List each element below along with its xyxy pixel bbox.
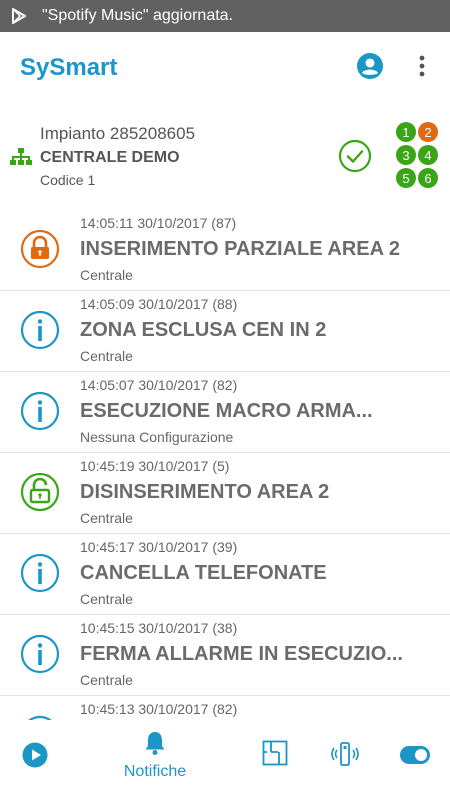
event-row[interactable]: 10:45:13 30/10/2017 (82) (0, 696, 450, 720)
event-list[interactable]: 14:05:11 30/10/2017 (87) INSERIMENTO PAR… (0, 210, 450, 720)
bottom-nav: Notifiche (0, 720, 450, 800)
info-icon (20, 391, 60, 431)
event-source: Centrale (80, 672, 133, 688)
area-badge: 5 (396, 168, 416, 188)
info-icon (20, 634, 60, 674)
event-row[interactable]: 14:05:09 30/10/2017 (88) ZONA ESCLUSA CE… (0, 291, 450, 372)
event-time: 10:45:15 30/10/2017 (38) (80, 620, 238, 636)
lock-open-icon (20, 472, 60, 512)
event-time: 14:05:07 30/10/2017 (82) (80, 377, 238, 393)
nav-item-play[interactable] (0, 720, 70, 800)
remote-signal-icon (331, 742, 359, 771)
nav-label-notifications: Notifiche (123, 763, 187, 780)
event-row[interactable]: 14:05:11 30/10/2017 (87) INSERIMENTO PAR… (0, 210, 450, 291)
nav-item-notifications[interactable]: Notifiche (105, 720, 205, 800)
event-title: CANCELLA TELEFONATE (80, 562, 327, 584)
app-title: SySmart (20, 54, 118, 81)
lock-closed-icon (20, 229, 60, 269)
network-icon (10, 148, 32, 166)
event-title: DISINSERIMENTO AREA 2 (80, 481, 330, 503)
event-title: INSERIMENTO PARZIALE AREA 2 (80, 238, 401, 260)
app-bar: SySmart (0, 32, 450, 104)
event-source: Centrale (80, 591, 133, 607)
area-badge: 2 (418, 122, 438, 142)
event-source: Centrale (80, 267, 133, 283)
toggle-icon (399, 745, 431, 770)
event-row[interactable]: 14:05:07 30/10/2017 (82) ESECUZIONE MACR… (0, 372, 450, 453)
event-source: Nessuna Configurazione (80, 429, 234, 445)
event-row[interactable]: 10:45:15 30/10/2017 (38) FERMA ALLARME I… (0, 615, 450, 696)
status-notification-text: "Spotify Music" aggiornata. (42, 7, 234, 24)
system-id: Impianto 285208605 (40, 124, 196, 143)
nav-item-remote[interactable] (318, 720, 372, 800)
area-badges: 1 2 3 4 5 6 (394, 122, 440, 188)
area-badge: 3 (396, 145, 416, 165)
status-bar: "Spotify Music" aggiornata. (0, 0, 450, 32)
info-icon (20, 553, 60, 593)
event-title: ZONA ESCLUSA CEN IN 2 (80, 319, 327, 341)
event-time: 14:05:09 30/10/2017 (88) (80, 296, 238, 312)
nav-item-toggle[interactable] (385, 720, 445, 800)
event-source: Centrale (80, 348, 133, 364)
check-circle-icon (338, 139, 372, 173)
more-vert-icon[interactable] (410, 52, 434, 80)
area-badge: 6 (418, 168, 438, 188)
event-title: FERMA ALLARME IN ESECUZIO... (80, 643, 403, 665)
nav-item-map[interactable] (245, 720, 305, 800)
event-row[interactable]: 10:45:19 30/10/2017 (5) DISINSERIMENTO A… (0, 453, 450, 534)
event-time: 10:45:13 30/10/2017 (82) (80, 701, 238, 717)
event-row[interactable]: 10:45:17 30/10/2017 (39) CANCELLA TELEFO… (0, 534, 450, 615)
account-circle-icon[interactable] (356, 52, 384, 80)
play-store-icon (10, 6, 30, 26)
system-name: CENTRALE DEMO (40, 149, 180, 166)
event-time: 14:05:11 30/10/2017 (87) (80, 215, 237, 231)
system-header[interactable]: Impianto 285208605 CENTRALE DEMO Codice … (0, 114, 450, 198)
event-source: Centrale (80, 510, 133, 526)
floor-plan-icon (262, 740, 288, 771)
play-circle-icon (22, 742, 48, 773)
event-title: ESECUZIONE MACRO ARMA... (80, 400, 373, 422)
event-time: 10:45:17 30/10/2017 (39) (80, 539, 238, 555)
bell-icon (144, 730, 166, 761)
event-time: 10:45:19 30/10/2017 (5) (80, 458, 230, 474)
info-icon (20, 310, 60, 350)
area-badge: 4 (418, 145, 438, 165)
area-badge: 1 (396, 122, 416, 142)
system-code: Codice 1 (40, 172, 96, 188)
